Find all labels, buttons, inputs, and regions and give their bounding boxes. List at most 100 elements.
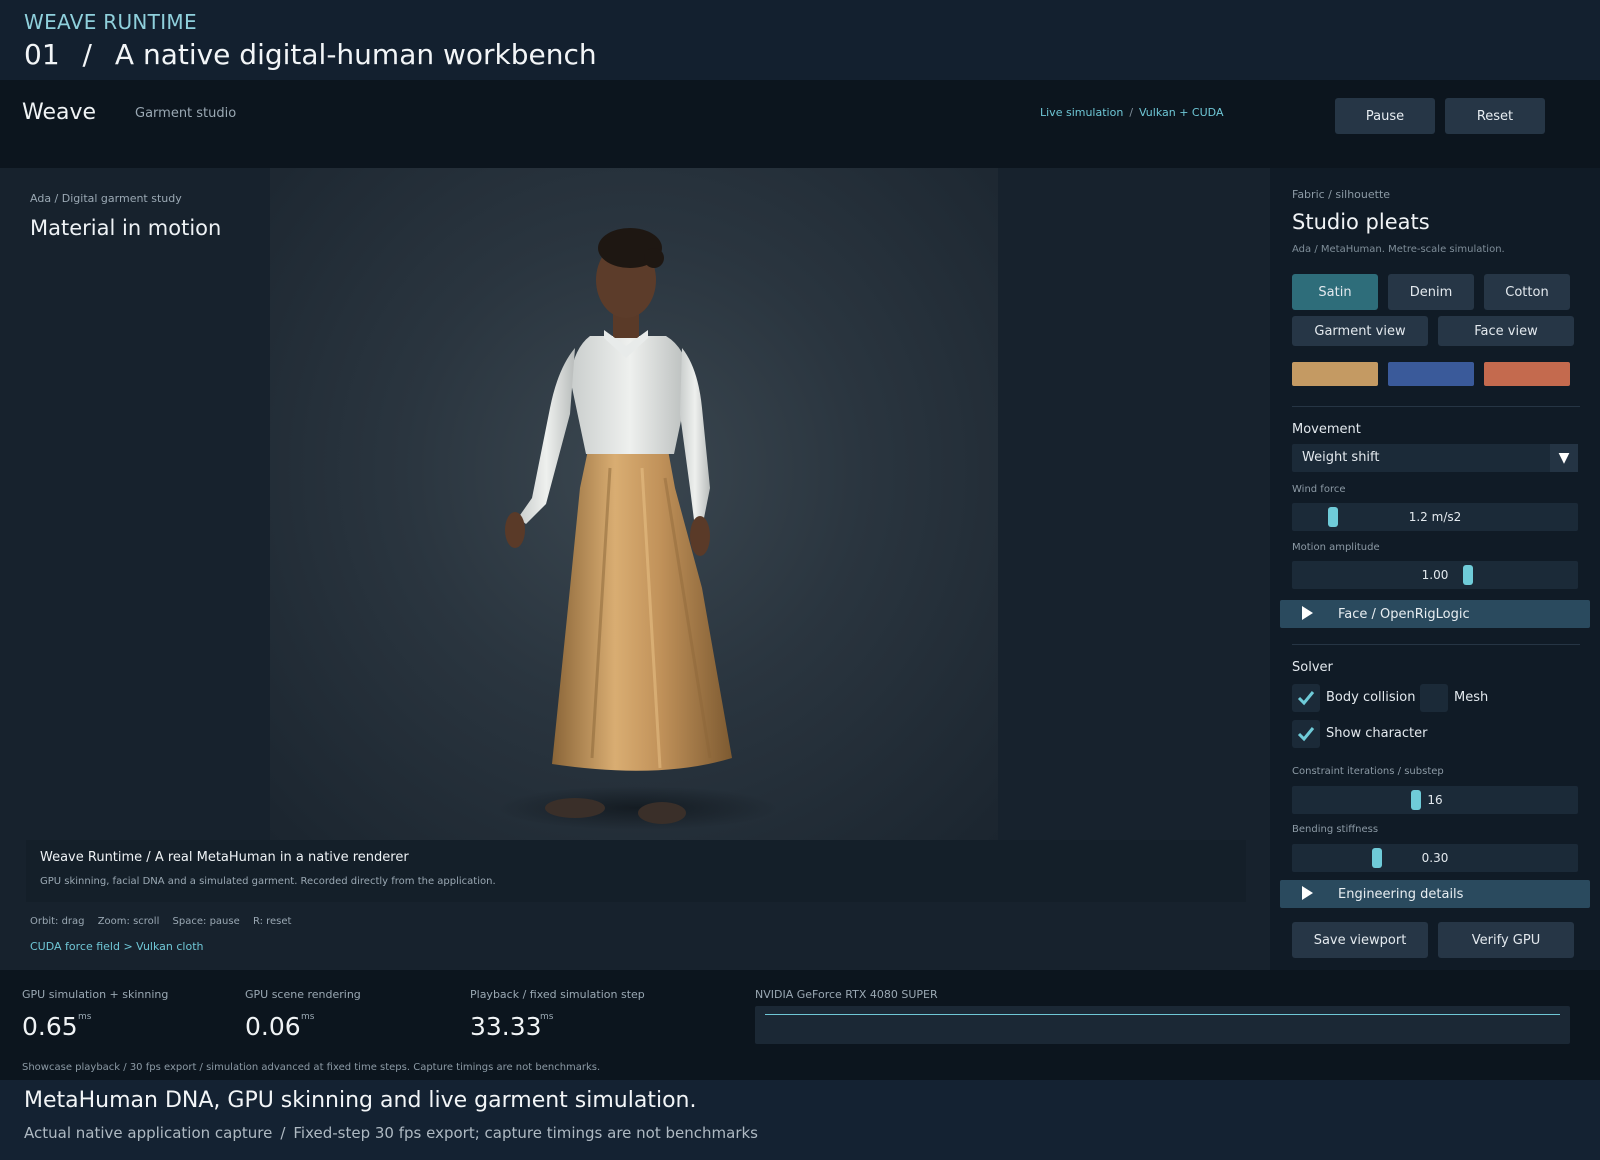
material-cotton-button[interactable]: Cotton: [1484, 274, 1570, 310]
verify-gpu-button[interactable]: Verify GPU: [1438, 922, 1574, 958]
footer-sub-right: Fixed-step 30 fps export; capture timing…: [293, 1124, 758, 1142]
reset-button[interactable]: Reset: [1445, 98, 1545, 134]
caption-title: Weave Runtime / A real MetaHuman in a na…: [40, 850, 409, 865]
metric-sim-label: GPU simulation + skinning: [22, 988, 169, 1001]
panel-divider: [1292, 406, 1580, 407]
panel-eyebrow: Fabric / silhouette: [1292, 188, 1391, 201]
gpu-timeline-line: [765, 1014, 1560, 1015]
engineering-section-label: Engineering details: [1338, 887, 1464, 902]
slide-eyebrow: WEAVE RUNTIME: [24, 10, 197, 34]
slide-headline: 01 / A native digital-human workbench: [24, 38, 597, 71]
mesh-label: Mesh: [1454, 690, 1489, 705]
pause-button[interactable]: Pause: [1335, 98, 1435, 134]
metric-playback-unit: ms: [540, 1012, 554, 1022]
chevron-down-icon[interactable]: ▼: [1550, 444, 1578, 472]
checkmark-icon: [1297, 691, 1315, 706]
wind-force-thumb[interactable]: [1328, 507, 1338, 527]
bending-stiffness-value: 0.30: [1421, 851, 1449, 865]
swatch-rust[interactable]: [1484, 362, 1570, 386]
face-view-button[interactable]: Face view: [1438, 316, 1574, 346]
body-collision-checkbox[interactable]: [1292, 684, 1320, 712]
character-render: [498, 228, 778, 830]
constraint-iterations-thumb[interactable]: [1411, 790, 1421, 810]
gpu-timeline: [755, 1006, 1570, 1044]
shortcut-hints: Orbit: drag Zoom: scroll Space: pause R:…: [30, 916, 301, 927]
footer-sub-left: Actual native application capture: [24, 1124, 273, 1142]
body-collision-row[interactable]: Body collision: [1292, 684, 1416, 712]
footer-title: MetaHuman DNA, GPU skinning and live gar…: [24, 1088, 697, 1113]
panel-subtitle: Ada / MetaHuman. Metre-scale simulation.: [1292, 244, 1505, 255]
viewport-breadcrumb: Ada / Digital garment study: [30, 192, 182, 205]
body-collision-label: Body collision: [1326, 690, 1416, 705]
render-stage[interactable]: [270, 168, 998, 840]
motion-amplitude-label: Motion amplitude: [1292, 542, 1380, 553]
panel-divider: [1292, 644, 1580, 645]
constraint-iterations-value: 16: [1427, 793, 1443, 807]
show-character-label: Show character: [1326, 726, 1428, 741]
metric-render-unit: ms: [301, 1012, 315, 1022]
shortcut-reset: R: reset: [252, 916, 292, 927]
mesh-checkbox[interactable]: [1420, 684, 1448, 712]
movement-value: Weight shift: [1302, 450, 1380, 465]
metric-playback-value: 33.33: [470, 1012, 542, 1041]
face-section-label: Face / OpenRigLogic: [1338, 607, 1470, 622]
motion-amplitude-slider[interactable]: 1.00: [1292, 561, 1578, 589]
slide-title: A native digital-human workbench: [114, 38, 597, 71]
shortcut-zoom: Zoom: scroll: [97, 916, 160, 927]
material-denim-button[interactable]: Denim: [1388, 274, 1474, 310]
save-viewport-button[interactable]: Save viewport: [1292, 922, 1428, 958]
motion-amplitude-thumb[interactable]: [1463, 565, 1473, 585]
slide-footer: MetaHuman DNA, GPU skinning and live gar…: [0, 1080, 1600, 1160]
bending-stiffness-slider[interactable]: 0.30: [1292, 844, 1578, 872]
expand-triangle-icon: [1302, 886, 1313, 900]
app-header: Weave Garment studio Live simulation / Vul…: [0, 80, 1600, 168]
caption-subtitle: GPU skinning, facial DNA and a simulated…: [40, 876, 496, 887]
control-panel: Fabric / silhouette Studio pleats Ada / …: [1270, 168, 1600, 970]
swatch-tan[interactable]: [1292, 362, 1378, 386]
show-character-row[interactable]: Show character: [1292, 720, 1432, 748]
viewport[interactable]: Ada / Digital garment study Material in …: [0, 168, 1270, 970]
status-separator: /: [1129, 106, 1134, 119]
status-live: Live simulation: [1040, 106, 1124, 119]
mesh-row[interactable]: Mesh: [1420, 684, 1510, 712]
shortcut-orbit: Orbit: drag: [30, 916, 85, 927]
wind-force-slider[interactable]: 1.2 m/s2: [1292, 503, 1578, 531]
bending-stiffness-thumb[interactable]: [1372, 848, 1382, 868]
shortcut-pause: Space: pause: [172, 916, 240, 927]
metrics-note: Showcase playback / 30 fps export / simu…: [22, 1062, 601, 1073]
wind-force-label: Wind force: [1292, 484, 1346, 495]
bending-stiffness-label: Bending stiffness: [1292, 824, 1379, 835]
movement-label: Movement: [1292, 422, 1361, 437]
expand-triangle-icon: [1302, 606, 1313, 620]
gpu-name: NVIDIA GeForce RTX 4080 SUPER: [755, 988, 938, 1001]
section-label: Garment studio: [135, 106, 237, 121]
movement-select[interactable]: Weight shift ▼: [1292, 444, 1578, 472]
material-satin-button[interactable]: Satin: [1292, 274, 1378, 310]
garment-view-button[interactable]: Garment view: [1292, 316, 1428, 346]
app-brand: Weave: [22, 100, 97, 125]
checkmark-icon: [1297, 727, 1315, 742]
slide-number: 01: [24, 38, 60, 71]
motion-amplitude-value: 1.00: [1421, 568, 1449, 582]
caption-box: Weave Runtime / A real MetaHuman in a na…: [26, 840, 1246, 902]
constraint-iterations-slider[interactable]: 16: [1292, 786, 1578, 814]
force-field-link[interactable]: CUDA force field > Vulkan cloth: [30, 940, 203, 953]
status-breadcrumb: Live simulation / Vulkan + CUDA: [1040, 106, 1223, 119]
status-backend: Vulkan + CUDA: [1139, 106, 1224, 119]
metric-sim-value: 0.65: [22, 1012, 78, 1041]
slide-separator: /: [82, 38, 92, 71]
solver-label: Solver: [1292, 660, 1333, 675]
metrics-bar: GPU simulation + skinning 0.65 ms GPU sc…: [0, 970, 1600, 1080]
metric-playback-label: Playback / fixed simulation step: [470, 988, 645, 1001]
constraint-iterations-label: Constraint iterations / substep: [1292, 766, 1444, 777]
main-area: Ada / Digital garment study Material in …: [0, 168, 1600, 970]
engineering-details-section[interactable]: Engineering details: [1280, 880, 1590, 908]
swatch-blue[interactable]: [1388, 362, 1474, 386]
show-character-checkbox[interactable]: [1292, 720, 1320, 748]
footer-subtitle: Actual native application capture / Fixed-…: [24, 1124, 758, 1142]
panel-title: Studio pleats: [1292, 210, 1430, 234]
viewport-title: Material in motion: [30, 216, 222, 240]
metric-sim-unit: ms: [78, 1012, 92, 1022]
metric-render-label: GPU scene rendering: [245, 988, 361, 1001]
face-openriglogic-section[interactable]: Face / OpenRigLogic: [1280, 600, 1590, 628]
